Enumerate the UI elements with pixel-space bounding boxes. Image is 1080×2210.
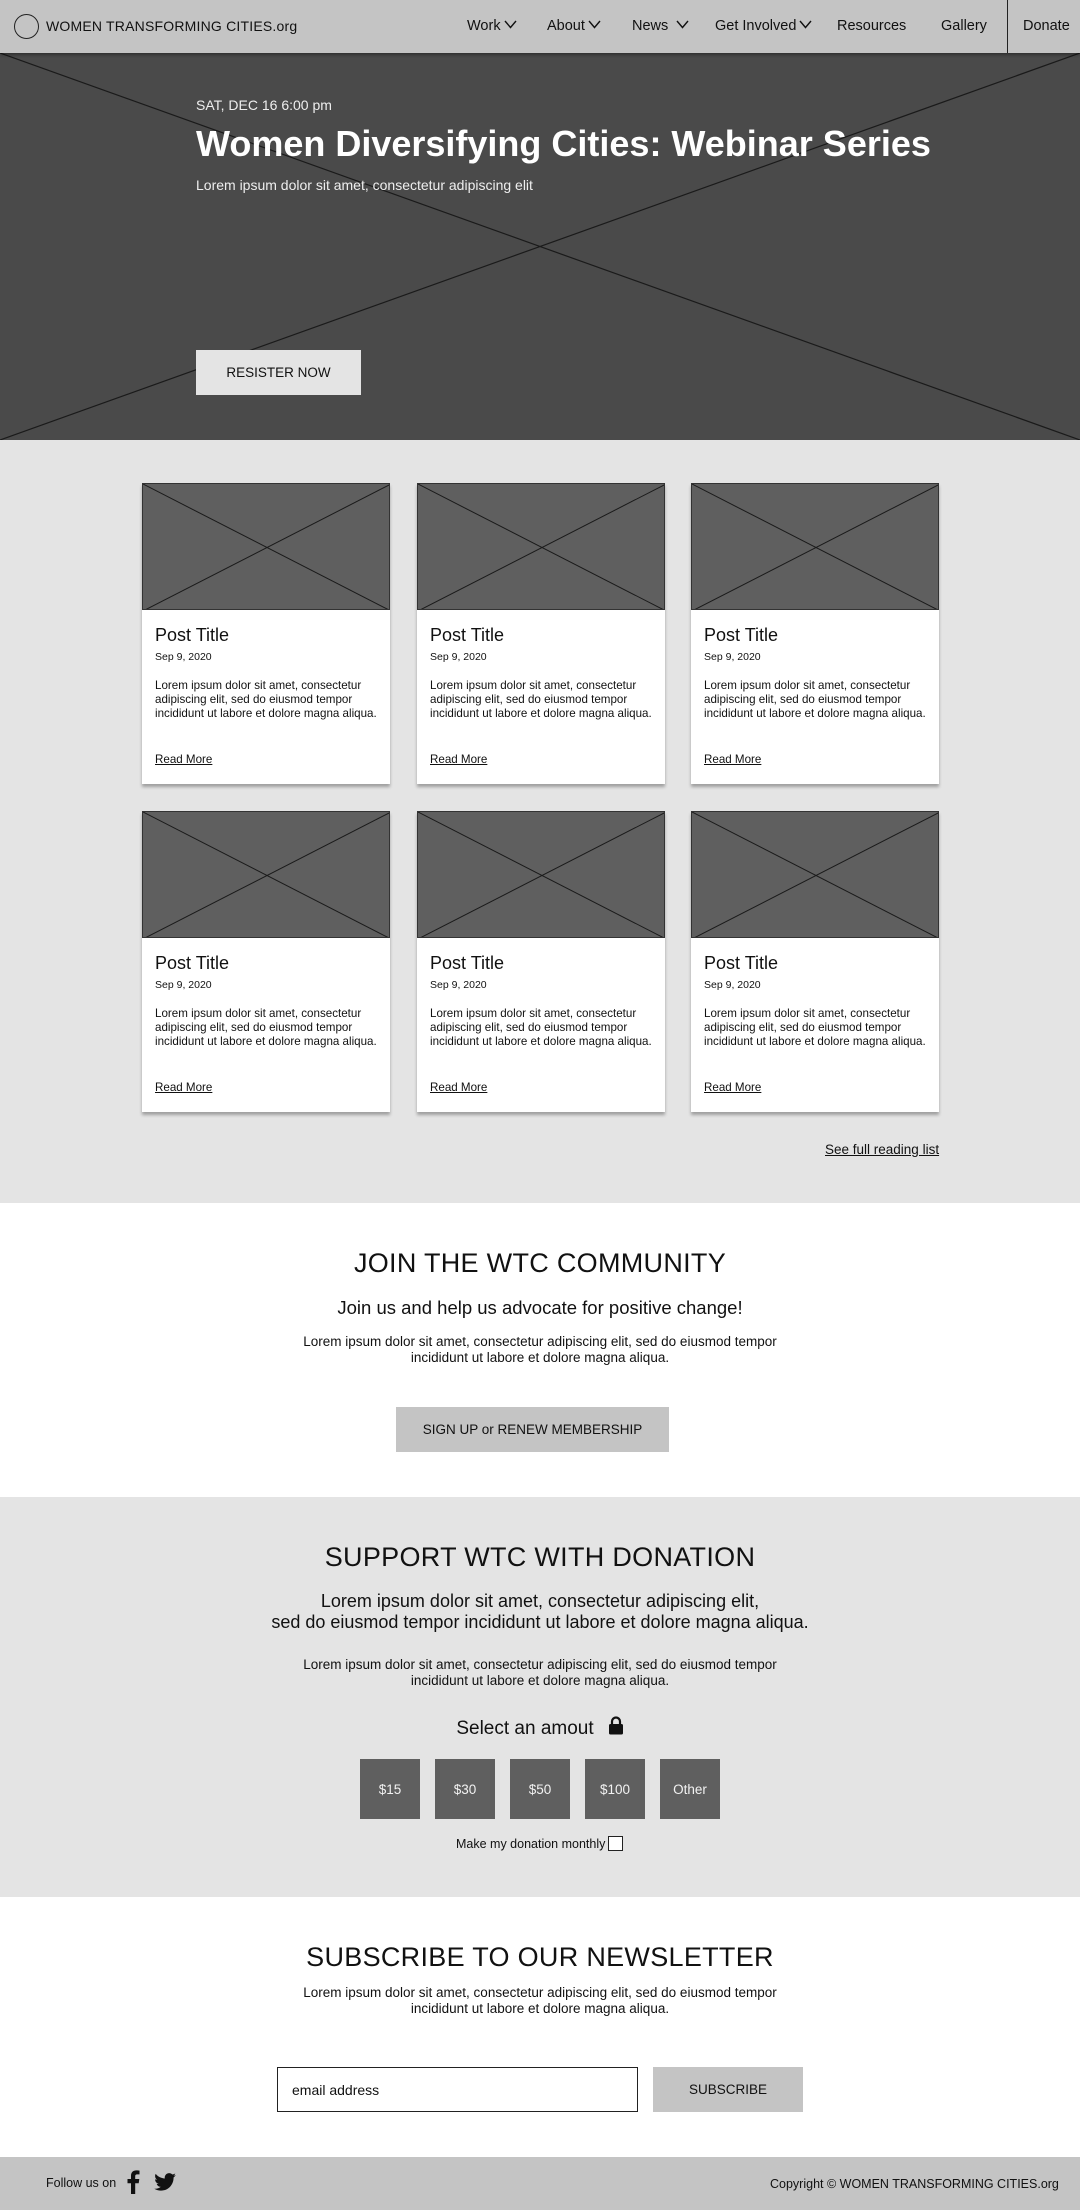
read-more-link[interactable]: Read More [155, 1081, 212, 1094]
amount-button-30[interactable]: $30 [435, 1759, 495, 1819]
post-date: Sep 9, 2020 [430, 651, 487, 663]
monthly-donation-label: Make my donation monthly [456, 1837, 606, 1851]
nav-item-label: Get Involved [715, 18, 797, 34]
post-card[interactable]: Post Title Sep 9, 2020 Lorem ipsum dolor… [142, 811, 390, 1112]
read-more-link[interactable]: Read More [430, 753, 487, 766]
nav-item-label: About [547, 18, 585, 34]
nav-item-get-involved[interactable]: Get Involved [715, 18, 812, 34]
copyright-text: Copyright © WOMEN TRANSFORMING CITIES.or… [770, 2177, 1059, 2191]
amount-button-100[interactable]: $100 [585, 1759, 645, 1819]
post-title: Post Title [430, 625, 505, 645]
post-date: Sep 9, 2020 [704, 651, 761, 663]
post-card[interactable]: Post Title Sep 9, 2020 Lorem ipsum dolor… [691, 483, 939, 784]
join-section: JOIN THE WTC COMMUNITY Join us and help … [0, 1203, 1080, 1497]
nav-item-work[interactable]: Work [467, 18, 517, 34]
chevron-down-icon [676, 20, 689, 29]
donation-subtitle: Lorem ipsum dolor sit amet, consectetur … [240, 1591, 840, 1633]
post-image-placeholder [691, 811, 939, 938]
post-title: Post Title [155, 625, 230, 645]
nav-item-about[interactable]: About [547, 18, 601, 34]
chevron-down-icon [799, 20, 812, 29]
post-title: Post Title [704, 625, 779, 645]
post-excerpt: Lorem ipsum dolor sit amet, consectetur … [704, 1007, 926, 1048]
lock-icon [608, 1716, 623, 1735]
donation-subtitle-line: Lorem ipsum dolor sit amet, consectetur … [320, 1591, 760, 1611]
subscribe-button[interactable]: SUBSCRIBE [653, 2067, 803, 2112]
post-card[interactable]: Post Title Sep 9, 2020 Lorem ipsum dolor… [691, 811, 939, 1112]
post-excerpt: Lorem ipsum dolor sit amet, consectetur … [430, 1007, 652, 1048]
site-logo-text[interactable]: WOMEN TRANSFORMING CITIES.org [46, 18, 297, 34]
post-date: Sep 9, 2020 [155, 979, 212, 991]
post-date: Sep 9, 2020 [155, 651, 212, 663]
full-reading-list-link[interactable]: See full reading list [825, 1142, 939, 1157]
donation-text: Lorem ipsum dolor sit amet, consectetur … [303, 1657, 777, 1688]
newsletter-section: SUBSCRIBE TO OUR NEWSLETTER Lorem ipsum … [0, 1897, 1080, 2157]
donation-title: SUPPORT WTC WITH DONATION [324, 1542, 756, 1572]
post-excerpt: Lorem ipsum dolor sit amet, consectetur … [155, 679, 377, 720]
nav-item-label: Gallery [941, 18, 987, 34]
newsletter-title: SUBSCRIBE TO OUR NEWSLETTER [306, 1942, 774, 1972]
join-subtitle: Join us and help us advocate for positiv… [337, 1297, 743, 1318]
read-more-link[interactable]: Read More [430, 1081, 487, 1094]
facebook-icon[interactable] [126, 2170, 140, 2194]
post-excerpt: Lorem ipsum dolor sit amet, consectetur … [430, 679, 652, 720]
select-amount-row: Select an amout [0, 1716, 1080, 1740]
post-title: Post Title [155, 953, 230, 973]
amount-button-50[interactable]: $50 [510, 1759, 570, 1819]
post-title: Post Title [704, 953, 779, 973]
post-card[interactable]: Post Title Sep 9, 2020 Lorem ipsum dolor… [142, 483, 390, 784]
post-date: Sep 9, 2020 [430, 979, 487, 991]
logo-icon[interactable] [14, 14, 39, 39]
footer: Follow us on Copyright © WOMEN TRANSFORM… [0, 2157, 1080, 2210]
hero-banner: SAT, DEC 16 6:00 pm Women Diversifying C… [0, 53, 1080, 440]
post-image-placeholder [417, 811, 665, 938]
post-card[interactable]: Post Title Sep 9, 2020 Lorem ipsum dolor… [417, 811, 665, 1112]
post-excerpt: Lorem ipsum dolor sit amet, consectetur … [155, 1007, 377, 1048]
follow-label: Follow us on [46, 2176, 117, 2190]
donation-section: SUPPORT WTC WITH DONATION Lorem ipsum do… [0, 1497, 1080, 1897]
hero-image-placeholder [0, 53, 1080, 440]
post-title: Post Title [430, 953, 505, 973]
read-more-link[interactable]: Read More [155, 753, 212, 766]
select-amount-label: Select an amout [456, 1718, 594, 1739]
top-nav: WOMEN TRANSFORMING CITIES.org Work About… [0, 0, 1080, 53]
membership-button[interactable]: SIGN UP or RENEW MEMBERSHIP [396, 1407, 669, 1452]
amount-button-15[interactable]: $15 [360, 1759, 420, 1819]
donation-subtitle-line: sed do eiusmod tempor incididunt ut labo… [271, 1612, 809, 1632]
nav-item-label: Work [467, 18, 501, 34]
nav-item-resources[interactable]: Resources [837, 18, 906, 34]
read-more-link[interactable]: Read More [704, 1081, 761, 1094]
monthly-donation-checkbox[interactable] [608, 1836, 623, 1851]
posts-section: Post Title Sep 9, 2020 Lorem ipsum dolor… [0, 440, 1080, 1203]
chevron-down-icon [504, 20, 517, 29]
newsletter-text: Lorem ipsum dolor sit amet, consectetur … [303, 1985, 777, 2016]
post-date: Sep 9, 2020 [704, 979, 761, 991]
email-field[interactable] [277, 2067, 638, 2112]
post-image-placeholder [142, 811, 390, 938]
join-text: Lorem ipsum dolor sit amet, consectetur … [303, 1334, 777, 1365]
post-excerpt: Lorem ipsum dolor sit amet, consectetur … [704, 679, 926, 720]
donate-nav-button[interactable]: Donate [1007, 0, 1080, 53]
join-title: JOIN THE WTC COMMUNITY [353, 1248, 727, 1278]
nav-item-news[interactable]: News [632, 18, 689, 34]
hero-title: Women Diversifying Cities: Webinar Serie… [196, 123, 931, 164]
nav-item-label: Resources [837, 18, 907, 34]
post-image-placeholder [691, 483, 939, 610]
amount-button-other[interactable]: Other [660, 1759, 720, 1819]
post-image-placeholder [417, 483, 665, 610]
read-more-link[interactable]: Read More [704, 753, 761, 766]
post-card[interactable]: Post Title Sep 9, 2020 Lorem ipsum dolor… [417, 483, 665, 784]
nav-item-label: News [632, 18, 669, 34]
nav-item-gallery[interactable]: Gallery [941, 18, 987, 34]
chevron-down-icon [588, 20, 601, 29]
event-date: SAT, DEC 16 6:00 pm [196, 97, 332, 113]
donate-label: Donate [1023, 18, 1070, 34]
register-button[interactable]: RESISTER NOW [196, 350, 361, 395]
post-image-placeholder [142, 483, 390, 610]
hero-subtitle: Lorem ipsum dolor sit amet, consectetur … [196, 177, 533, 193]
twitter-icon[interactable] [154, 2173, 176, 2191]
